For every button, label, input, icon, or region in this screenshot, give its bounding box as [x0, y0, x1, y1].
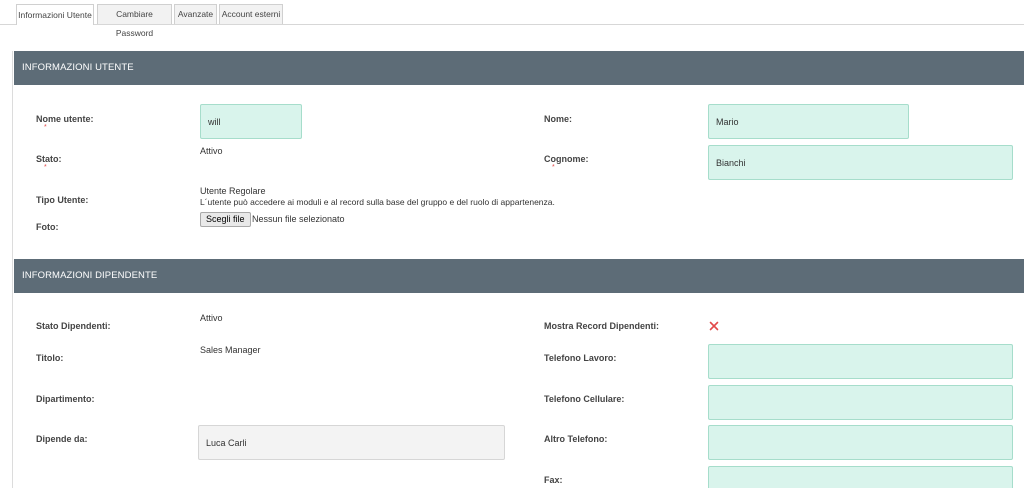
tab-change-password[interactable]: Cambiare Password [97, 4, 172, 38]
last-name-field[interactable]: Bianchi [708, 145, 1013, 180]
unchecked-x-icon[interactable] [709, 321, 719, 331]
employee-status-label: Stato Dipendenti: [36, 321, 111, 331]
mobile-phone-field[interactable] [708, 385, 1013, 420]
choose-file-button[interactable]: Scegli file [200, 212, 251, 227]
required-marker: * [44, 164, 47, 171]
username-field[interactable]: will [200, 104, 302, 139]
section-header-user-info: INFORMAZIONI UTENTE [14, 51, 1024, 85]
tab-bar: Informazioni Utente Cambiare Password Av… [0, 0, 1024, 38]
title-value: Sales Manager [200, 345, 261, 355]
other-phone-field[interactable] [708, 425, 1013, 460]
username-label: Nome utente: [36, 114, 94, 124]
file-status: Nessun file selezionato [252, 214, 345, 224]
status-label: Stato: [36, 154, 62, 164]
first-name-label: Nome: [544, 114, 573, 124]
department-label: Dipartimento: [36, 394, 95, 404]
tab-advanced[interactable]: Avanzate [174, 4, 217, 24]
fax-field[interactable] [708, 466, 1013, 488]
tab-external-accounts[interactable]: Account esterni [219, 4, 283, 24]
photo-label: Foto: [36, 222, 59, 232]
fax-label: Fax: [544, 475, 563, 485]
status-value: Attivo [200, 146, 223, 156]
required-marker: * [44, 124, 47, 131]
show-records-label: Mostra Record Dipendenti: [544, 321, 660, 331]
section-header-employee-info: INFORMAZIONI DIPENDENTE [14, 259, 1024, 293]
tab-user-info[interactable]: Informazioni Utente [16, 4, 94, 25]
user-type-value: Utente Regolare [200, 186, 266, 196]
mobile-phone-label: Telefono Cellulare: [544, 394, 625, 404]
user-type-label: Tipo Utente: [36, 195, 89, 205]
reports-to-field[interactable]: Luca Carli [198, 425, 505, 460]
required-marker: * [552, 164, 555, 171]
work-phone-label: Telefono Lavoro: [544, 353, 617, 363]
title-label: Titolo: [36, 353, 64, 363]
reports-to-label: Dipende da: [36, 434, 88, 444]
work-phone-field[interactable] [708, 344, 1013, 379]
employee-status-value: Attivo [200, 313, 223, 323]
last-name-label: Cognome: [544, 154, 589, 164]
other-phone-label: Altro Telefono: [544, 434, 608, 444]
first-name-field[interactable]: Mario [708, 104, 909, 139]
user-type-description: L´utente può accedere ai moduli e al rec… [200, 197, 555, 207]
